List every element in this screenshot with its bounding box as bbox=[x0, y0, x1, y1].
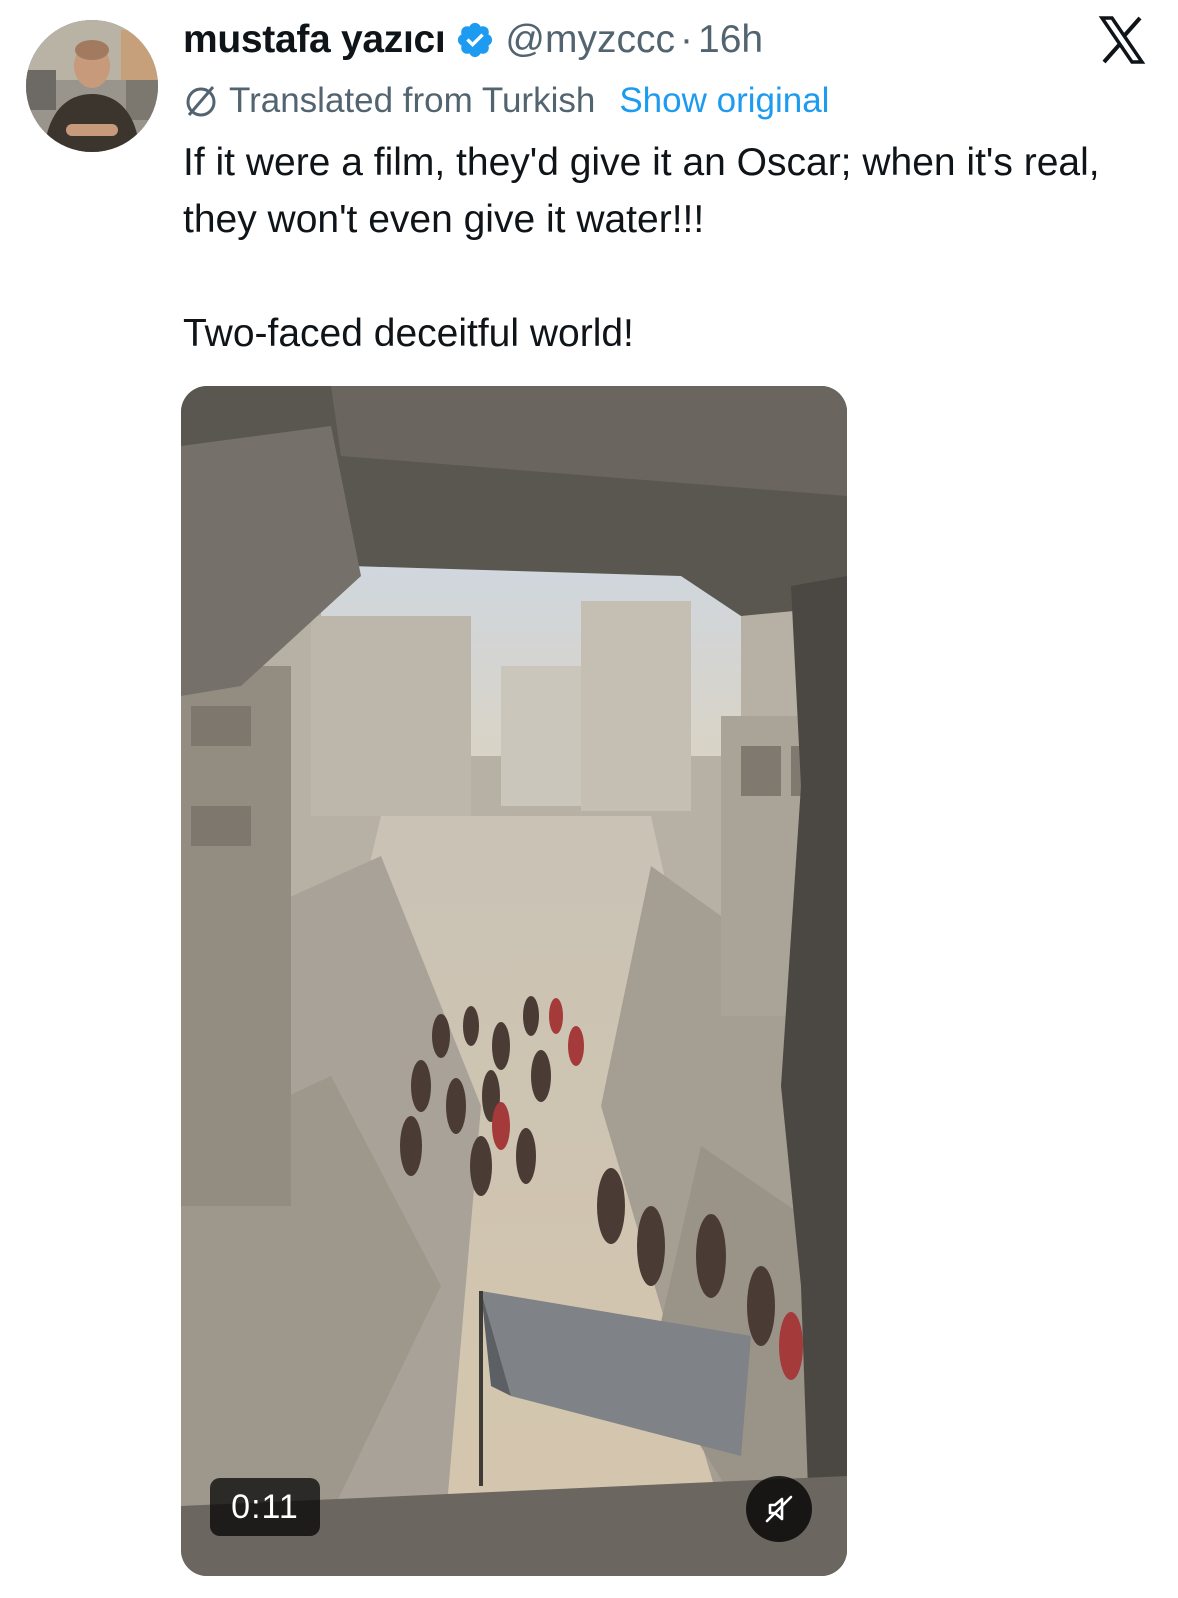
video-duration-badge: 0:11 bbox=[210, 1478, 320, 1536]
tweet-header: mustafa yazıcı @myzccc · 16h bbox=[183, 14, 763, 66]
tweet-text: If it were a film, they'd give it an Osc… bbox=[183, 134, 1158, 362]
tweet-timestamp[interactable]: 16h bbox=[698, 18, 763, 62]
mute-toggle-button[interactable] bbox=[746, 1476, 812, 1542]
separator-dot: · bbox=[680, 18, 693, 61]
globe-icon bbox=[186, 86, 216, 117]
speaker-muted-icon bbox=[765, 1495, 793, 1523]
video-thumbnail bbox=[181, 386, 847, 1576]
translation-notice: Translated from Turkish Show original bbox=[183, 78, 829, 124]
show-original-link[interactable]: Show original bbox=[619, 81, 829, 121]
translated-label: Translated from Turkish bbox=[229, 81, 596, 120]
author-display-name[interactable]: mustafa yazıcı bbox=[183, 18, 446, 62]
video-player[interactable]: 0:11 bbox=[181, 386, 847, 1576]
tweet-text-paragraph: Two-faced deceitful world! bbox=[183, 312, 634, 355]
verified-badge-icon bbox=[458, 22, 493, 58]
x-logo-icon bbox=[1098, 16, 1146, 64]
author-handle[interactable]: @myzccc bbox=[505, 18, 675, 62]
tweet-text-paragraph: If it were a film, they'd give it an Osc… bbox=[183, 141, 1100, 241]
avatar[interactable] bbox=[26, 20, 158, 152]
